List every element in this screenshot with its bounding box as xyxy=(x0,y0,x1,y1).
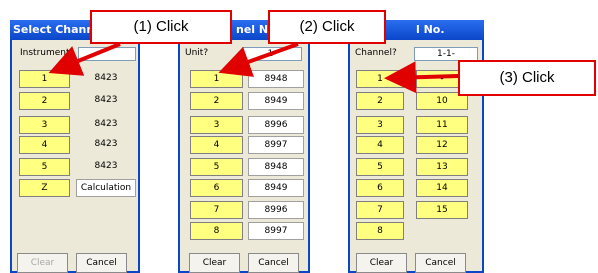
arrow-step-3 xyxy=(384,61,459,94)
callout-arrows xyxy=(48,42,459,94)
arrow-step-2 xyxy=(218,42,299,77)
arrow-step-1 xyxy=(48,42,121,76)
